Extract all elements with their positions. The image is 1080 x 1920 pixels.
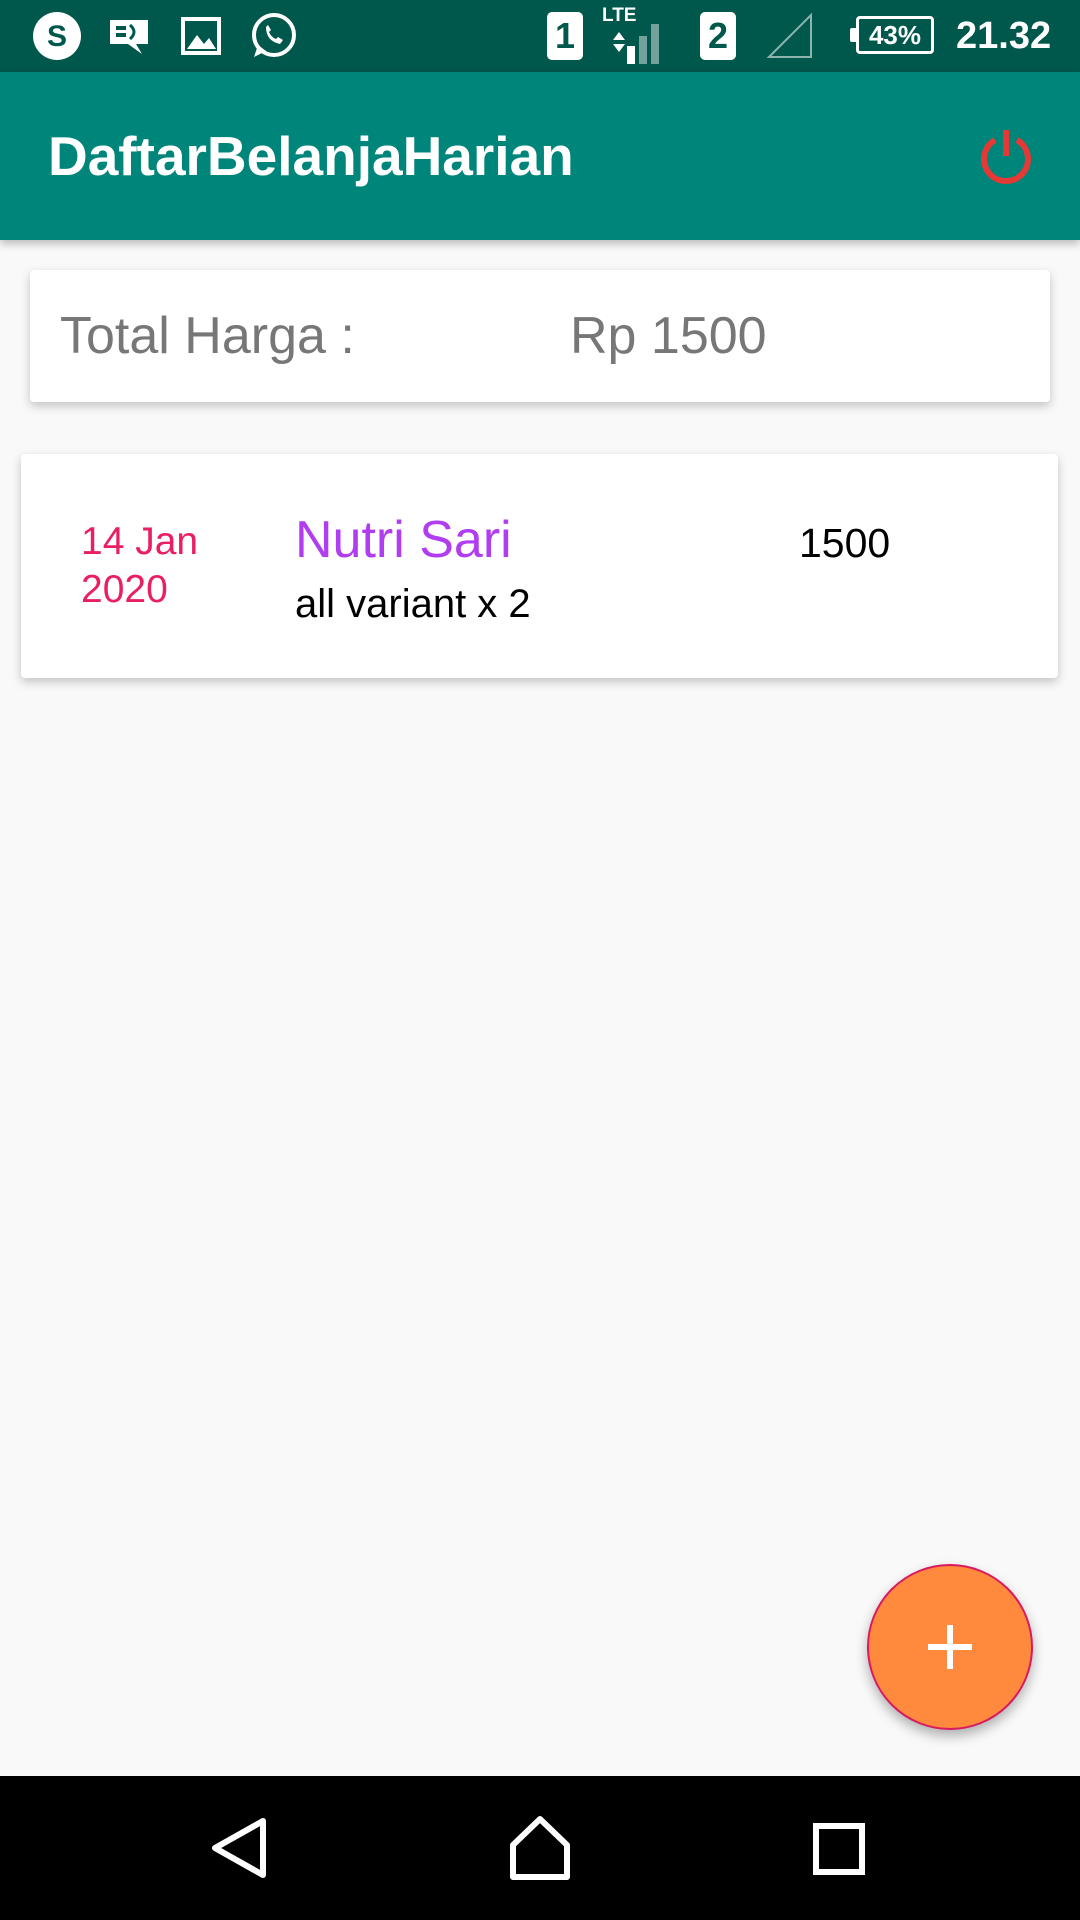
recents-icon xyxy=(813,1823,865,1875)
item-description: all variant x 2 xyxy=(295,582,531,626)
power-icon xyxy=(981,130,1031,185)
recents-button[interactable] xyxy=(790,1798,890,1898)
back-icon xyxy=(212,1818,266,1878)
image-icon xyxy=(178,0,224,72)
item-price: 1500 xyxy=(799,520,891,566)
navigation-bar xyxy=(0,1776,1080,1920)
item-name: Nutri Sari xyxy=(295,511,512,569)
home-button[interactable] xyxy=(490,1798,590,1898)
status-bar: S 1 LTE 2 43% 21.32 xyxy=(0,0,1080,72)
plus-icon xyxy=(928,1625,972,1669)
item-date: 14 Jan 2020 xyxy=(81,518,231,614)
sim1-badge: 1 xyxy=(547,12,583,60)
home-icon xyxy=(510,1816,570,1880)
item-date-day-month: 14 Jan xyxy=(81,520,199,563)
svg-text:S: S xyxy=(47,20,67,53)
whatsapp-icon xyxy=(246,0,300,72)
message-icon xyxy=(104,0,154,72)
logout-button[interactable] xyxy=(972,122,1040,190)
status-clock: 21.32 xyxy=(956,15,1052,57)
total-price-card: Total Harga : Rp 1500 xyxy=(30,270,1050,402)
skype-icon: S xyxy=(30,0,84,72)
signal-strength-icon xyxy=(604,0,666,72)
item-date-year: 2020 xyxy=(81,568,168,611)
total-price-label: Total Harga : xyxy=(60,307,355,365)
battery-indicator: 43% xyxy=(850,16,934,54)
total-price-value: Rp 1500 xyxy=(570,307,767,365)
app-bar: DaftarBelanjaHarian xyxy=(0,72,1080,240)
list-item[interactable]: 14 Jan 2020 Nutri Sari all variant x 2 1… xyxy=(21,454,1058,678)
sim2-badge: 2 xyxy=(700,12,736,60)
app-title: DaftarBelanjaHarian xyxy=(48,125,574,187)
back-button[interactable] xyxy=(190,1798,290,1898)
battery-percent: 43% xyxy=(868,19,922,50)
signal-empty-icon xyxy=(762,0,818,72)
add-item-button[interactable] xyxy=(867,1564,1033,1730)
